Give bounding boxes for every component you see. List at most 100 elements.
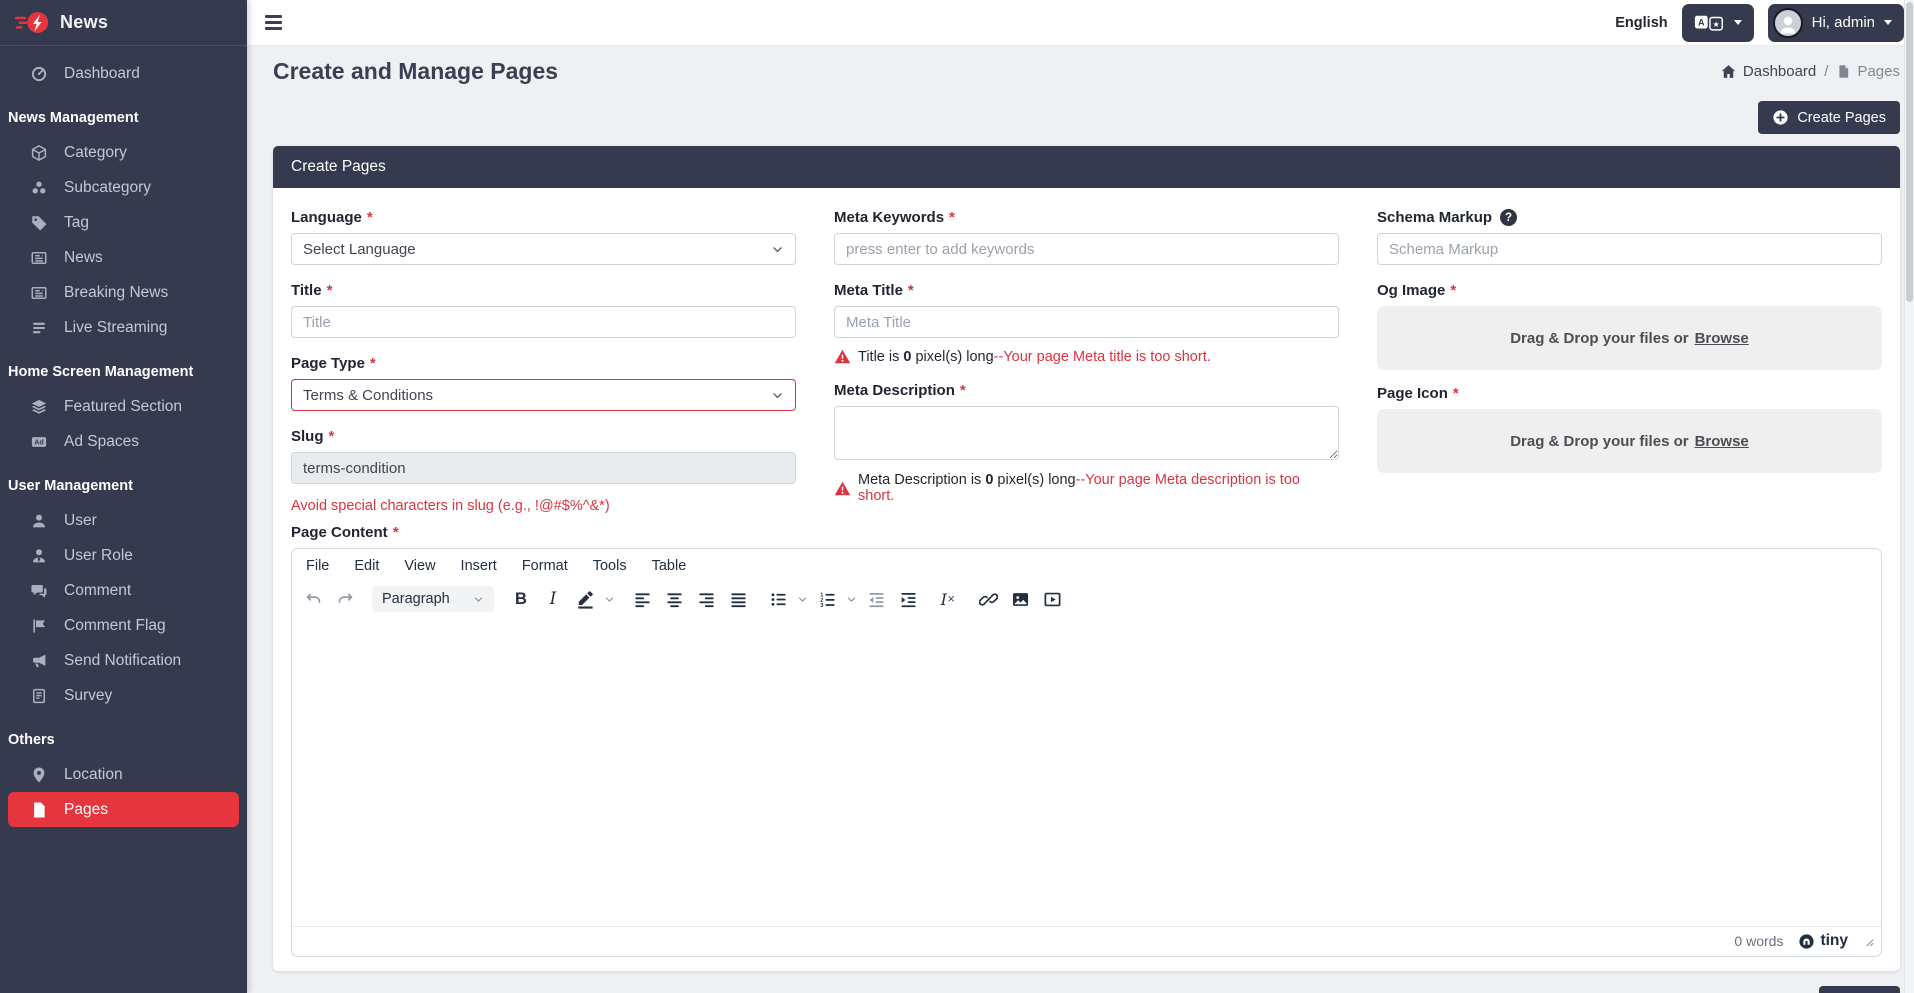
page-icon-dropzone[interactable]: Drag & Drop your files or Browse	[1377, 409, 1882, 473]
scrollbar-thumb[interactable]	[1906, 2, 1913, 302]
warning-triangle-icon	[834, 480, 851, 497]
language-select[interactable]: Select Language	[291, 233, 796, 265]
brand[interactable]: News	[0, 0, 247, 46]
sidebar-item-dashboard[interactable]: Dashboard	[0, 56, 247, 91]
sidebar-item-pages[interactable]: Pages	[8, 792, 239, 827]
newspaper-icon	[30, 249, 48, 267]
breadcrumb-pages[interactable]: Pages	[1836, 63, 1900, 80]
create-pages-card: Create Pages Language* Select Language	[273, 146, 1900, 971]
caret-down-icon	[1884, 20, 1892, 25]
meta-keywords-input[interactable]	[834, 233, 1339, 265]
editor-content-area[interactable]	[292, 621, 1881, 926]
editor-menu-table[interactable]: Table	[652, 558, 687, 574]
insert-image-button[interactable]	[1007, 586, 1033, 612]
title-input[interactable]	[291, 306, 796, 338]
file-icon	[1836, 64, 1851, 79]
insert-link-button[interactable]	[975, 586, 1001, 612]
align-center-icon	[665, 590, 684, 609]
sidebar: News Dashboard News Management Category …	[0, 0, 247, 993]
submit-button[interactable]: Submit	[1819, 986, 1900, 993]
clear-formatting-button[interactable]: I×	[935, 586, 961, 612]
sidebar-item-live-streaming[interactable]: Live Streaming	[0, 310, 247, 345]
sidebar-section-news-management: News Management	[0, 91, 247, 135]
insert-media-button[interactable]	[1039, 586, 1065, 612]
paragraph-style-select[interactable]: Paragraph	[372, 586, 494, 612]
bold-button[interactable]: B	[508, 586, 534, 612]
sidebar-item-ad-spaces[interactable]: Ad Spaces	[0, 424, 247, 459]
editor-menu-view[interactable]: View	[404, 558, 435, 574]
required-asterisk: *	[1450, 282, 1456, 299]
comments-icon	[30, 582, 48, 600]
sidebar-item-label: Live Streaming	[64, 319, 167, 337]
og-image-browse-link[interactable]: Browse	[1695, 330, 1749, 347]
form-column-3: Schema Markup ? Og Image* Drag & Drop yo…	[1377, 209, 1882, 514]
editor-menu-tools[interactable]: Tools	[593, 558, 627, 574]
user-menu-button[interactable]: Hi, admin	[1768, 4, 1904, 42]
tiny-brand[interactable]: tiny	[1798, 932, 1848, 950]
editor-menu-file[interactable]: File	[306, 558, 329, 574]
create-pages-button[interactable]: Create Pages	[1758, 101, 1900, 134]
word-count: 0 words	[1734, 933, 1783, 949]
sidebar-item-tag[interactable]: Tag	[0, 205, 247, 240]
outdent-button[interactable]	[863, 586, 889, 612]
breadcrumb-dashboard[interactable]: Dashboard	[1720, 63, 1816, 80]
page-icon-browse-link[interactable]: Browse	[1695, 433, 1749, 450]
align-justify-button[interactable]	[725, 586, 751, 612]
align-right-button[interactable]	[693, 586, 719, 612]
redo-button[interactable]	[332, 586, 358, 612]
og-image-dropzone[interactable]: Drag & Drop your files or Browse	[1377, 306, 1882, 370]
sidebar-item-comment-flag[interactable]: Comment Flag	[0, 608, 247, 643]
slug-hint: Avoid special characters in slug (e.g., …	[291, 498, 796, 514]
resize-grip-icon[interactable]	[1863, 936, 1874, 947]
sidebar-item-category[interactable]: Category	[0, 135, 247, 170]
sidebar-item-subcategory[interactable]: Subcategory	[0, 170, 247, 205]
editor-menu-insert[interactable]: Insert	[461, 558, 497, 574]
align-center-button[interactable]	[661, 586, 687, 612]
sidebar-item-news[interactable]: News	[0, 240, 247, 275]
sidebar-item-send-notification[interactable]: Send Notification	[0, 643, 247, 678]
align-left-button[interactable]	[629, 586, 655, 612]
indent-button[interactable]	[895, 586, 921, 612]
meta-title-input[interactable]	[834, 306, 1339, 338]
editor-menu-format[interactable]: Format	[522, 558, 568, 574]
title-label: Title*	[291, 282, 796, 299]
slug-input[interactable]	[291, 452, 796, 484]
flag-icon	[30, 617, 48, 635]
window-scrollbar[interactable]	[1904, 0, 1914, 993]
sidebar-item-user-role[interactable]: User Role	[0, 538, 247, 573]
sidebar-item-featured-section[interactable]: Featured Section	[0, 389, 247, 424]
help-circle-icon[interactable]: ?	[1500, 209, 1517, 226]
align-justify-icon	[729, 590, 748, 609]
sidebar-item-breaking-news[interactable]: Breaking News	[0, 275, 247, 310]
meta-keywords-label: Meta Keywords*	[834, 209, 1339, 226]
language-switcher-button[interactable]	[1682, 4, 1754, 42]
chevron-down-icon[interactable]	[604, 594, 615, 605]
meta-title-error: Title is 0 pixel(s) long--Your page Meta…	[834, 348, 1339, 365]
chevron-down-icon[interactable]	[797, 594, 808, 605]
editor-menu-edit[interactable]: Edit	[354, 558, 379, 574]
chevron-down-icon[interactable]	[846, 594, 857, 605]
sidebar-nav: Dashboard News Management Category Subca…	[0, 46, 247, 827]
required-asterisk: *	[960, 382, 966, 399]
translate-icon	[1694, 12, 1725, 34]
text-color-button[interactable]	[572, 586, 598, 612]
user-tie-icon	[30, 547, 48, 565]
bullet-list-button[interactable]	[765, 586, 791, 612]
meta-description-textarea[interactable]	[834, 406, 1339, 460]
page-type-select[interactable]: Terms & Conditions	[291, 379, 796, 411]
form-column-1: Language* Select Language Title*	[291, 209, 796, 514]
hamburger-menu-icon[interactable]	[263, 11, 284, 34]
slug-label: Slug*	[291, 428, 796, 445]
image-icon	[1011, 590, 1030, 609]
numbered-list-button[interactable]	[814, 586, 840, 612]
italic-button[interactable]: I	[540, 586, 566, 612]
schema-markup-input[interactable]	[1377, 233, 1882, 265]
sidebar-item-location[interactable]: Location	[0, 757, 247, 792]
sidebar-item-user[interactable]: User	[0, 503, 247, 538]
sidebar-item-label: Ad Spaces	[64, 433, 139, 451]
sidebar-item-comment[interactable]: Comment	[0, 573, 247, 608]
sidebar-item-survey[interactable]: Survey	[0, 678, 247, 713]
tiny-logo-icon	[1798, 933, 1815, 950]
editor-statusbar: 0 words tiny	[292, 926, 1881, 956]
undo-button[interactable]	[300, 586, 326, 612]
